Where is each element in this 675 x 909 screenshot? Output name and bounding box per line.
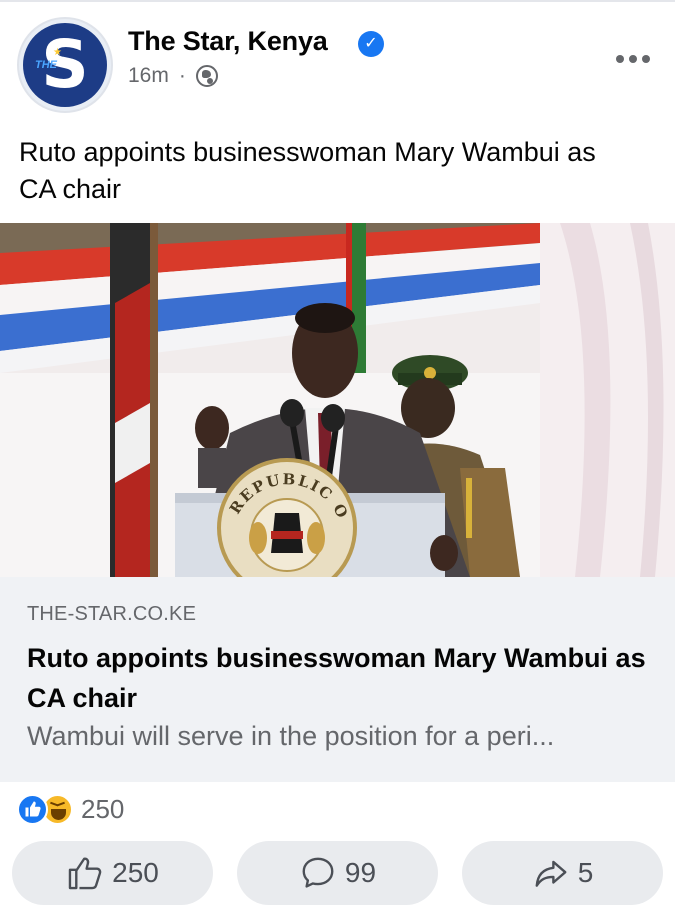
comment-bubble-icon [302,857,334,888]
comment-button[interactable]: 99 [237,841,438,905]
like-button[interactable]: 250 [12,841,213,905]
thumbs-up-icon [25,801,41,817]
share-count: 5 [577,857,594,888]
reactions-summary[interactable]: 250 [17,792,124,826]
logo-small-text: THE [35,59,57,71]
more-options-button[interactable] [616,52,656,66]
the-star-logo: S THE ★ [23,23,107,107]
meta-separator: · [178,64,186,87]
verified-badge-icon: ✓ [358,31,384,57]
post-header: S THE ★ The Star, Kenya ✓ 16m · [0,12,675,113]
top-divider [0,0,675,2]
page-avatar[interactable]: S THE ★ [17,17,113,113]
share-arrow-icon [535,860,567,887]
dot-icon [629,55,637,63]
post-caption: Ruto appoints businesswoman Mary Wambui … [19,137,596,204]
dot-icon [642,55,650,63]
star-icon: ★ [53,47,62,58]
post-timestamp[interactable]: 16m [128,64,169,88]
page-name-link[interactable]: The Star, Kenya [128,26,328,57]
thumbs-up-icon [68,857,102,890]
globe-icon [195,65,218,87]
link-domain: THE-STAR.CO.KE [27,603,197,625]
like-count: 250 [112,857,159,888]
news-photo-illustration: REPUBLIC OF [0,223,675,577]
link-description: Wambui will serve in the position for a … [27,721,555,751]
comment-count: 99 [344,857,377,888]
dot-icon [616,55,624,63]
reaction-count: 250 [81,793,125,824]
link-title[interactable]: Ruto appoints businesswoman Mary Wambui … [27,638,647,718]
like-reaction-icon [17,793,48,825]
share-button[interactable]: 5 [462,841,663,905]
post-meta: 16m · [128,64,218,88]
post-photo[interactable]: REPUBLIC OF [0,223,675,577]
